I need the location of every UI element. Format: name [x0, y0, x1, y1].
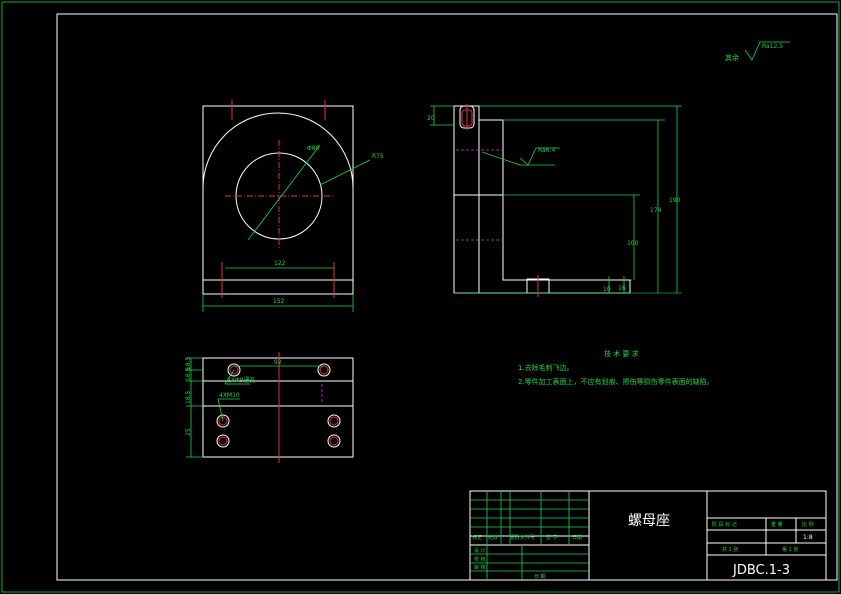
tb-scale-value: 1:8	[803, 534, 813, 541]
dim-plan-v3: 18.5	[185, 390, 192, 404]
dim-plan-v2: 18.5	[185, 367, 192, 381]
dim-side-10: 10	[603, 286, 611, 293]
tech-item-2: 2.零件加工表面上，不应有划痕、擦伤等损伤零件表面的缺陷。	[518, 377, 714, 386]
tb-stage: 阶 段 标 记	[712, 521, 737, 528]
dim-front-diameter: Φ80	[307, 145, 320, 152]
tb-date-label: 日 期	[534, 574, 546, 580]
tb-count: 处数	[488, 534, 498, 541]
tb-date: 日期	[572, 535, 582, 541]
drawing-number: JDBC.1-3	[732, 563, 790, 578]
dim-plan-hole-label-2: 4XM10	[219, 392, 240, 399]
dim-front-inner-width: 122	[274, 260, 286, 267]
dim-side-16: 16	[618, 285, 626, 292]
tech-item-1: 1.去除毛刺飞边。	[518, 363, 574, 372]
dim-front-radius: R75	[372, 153, 384, 160]
title-block: 标记 处数 更改文件号 签 字 日期 设 计 校 核 审 核 日 期 螺母座 阶…	[469, 490, 827, 581]
dim-plan-hole-label-1: 2XΦ9通孔	[227, 376, 255, 384]
technical-requirements: 技 术 要 求 1.去除毛刺飞边。 2.零件加工表面上，不应有划痕、擦伤等损伤零…	[518, 349, 714, 386]
dim-side-top: 20	[427, 115, 435, 122]
plan-view: 92 2XΦ9通孔 4XM10 18.5 18.5 18.5 25	[185, 352, 354, 463]
tb-checker: 校 核	[474, 556, 486, 563]
dim-side-190: 190	[669, 197, 681, 204]
tb-scale-label: 比 例	[802, 521, 814, 528]
outer-border	[1, 1, 840, 593]
dim-front-total-width: 152	[273, 298, 285, 305]
roughness-symbol-general: 其余 Ra12.5	[725, 41, 790, 62]
tb-sheet-no: 第 1 张	[782, 546, 798, 553]
tb-weight: 重 量	[771, 521, 783, 528]
tb-sheet-total: 共 1 张	[722, 546, 738, 553]
dim-plan-spacing: 92	[274, 359, 282, 366]
tb-zone: 更改文件号	[510, 534, 535, 541]
tb-reviewer: 审 核	[474, 564, 486, 571]
drawing-canvas: 其余 Ra12.5 Φ80 R75 122 152 Ra6.4 20 174 1…	[1, 1, 840, 593]
tb-sign: 签 字	[546, 534, 558, 541]
tech-title: 技 术 要 求	[604, 349, 639, 358]
side-view: Ra6.4 20 174 190 100 16 10	[427, 104, 682, 297]
inner-border	[56, 13, 838, 581]
roughness-general-value: Ra12.5	[762, 43, 783, 50]
front-view: Φ80 R75 122 152	[202, 100, 384, 312]
roughness-general-label: 其余	[725, 53, 739, 62]
part-name: 螺母座	[628, 513, 670, 529]
dim-plan-v4: 25	[185, 428, 192, 436]
dim-side-100: 100	[627, 240, 639, 247]
tb-designer: 设 计	[474, 547, 486, 554]
tb-mark: 标记	[472, 534, 482, 541]
dim-side-174: 174	[650, 207, 662, 214]
roughness-face-value: Ra6.4	[538, 147, 555, 154]
